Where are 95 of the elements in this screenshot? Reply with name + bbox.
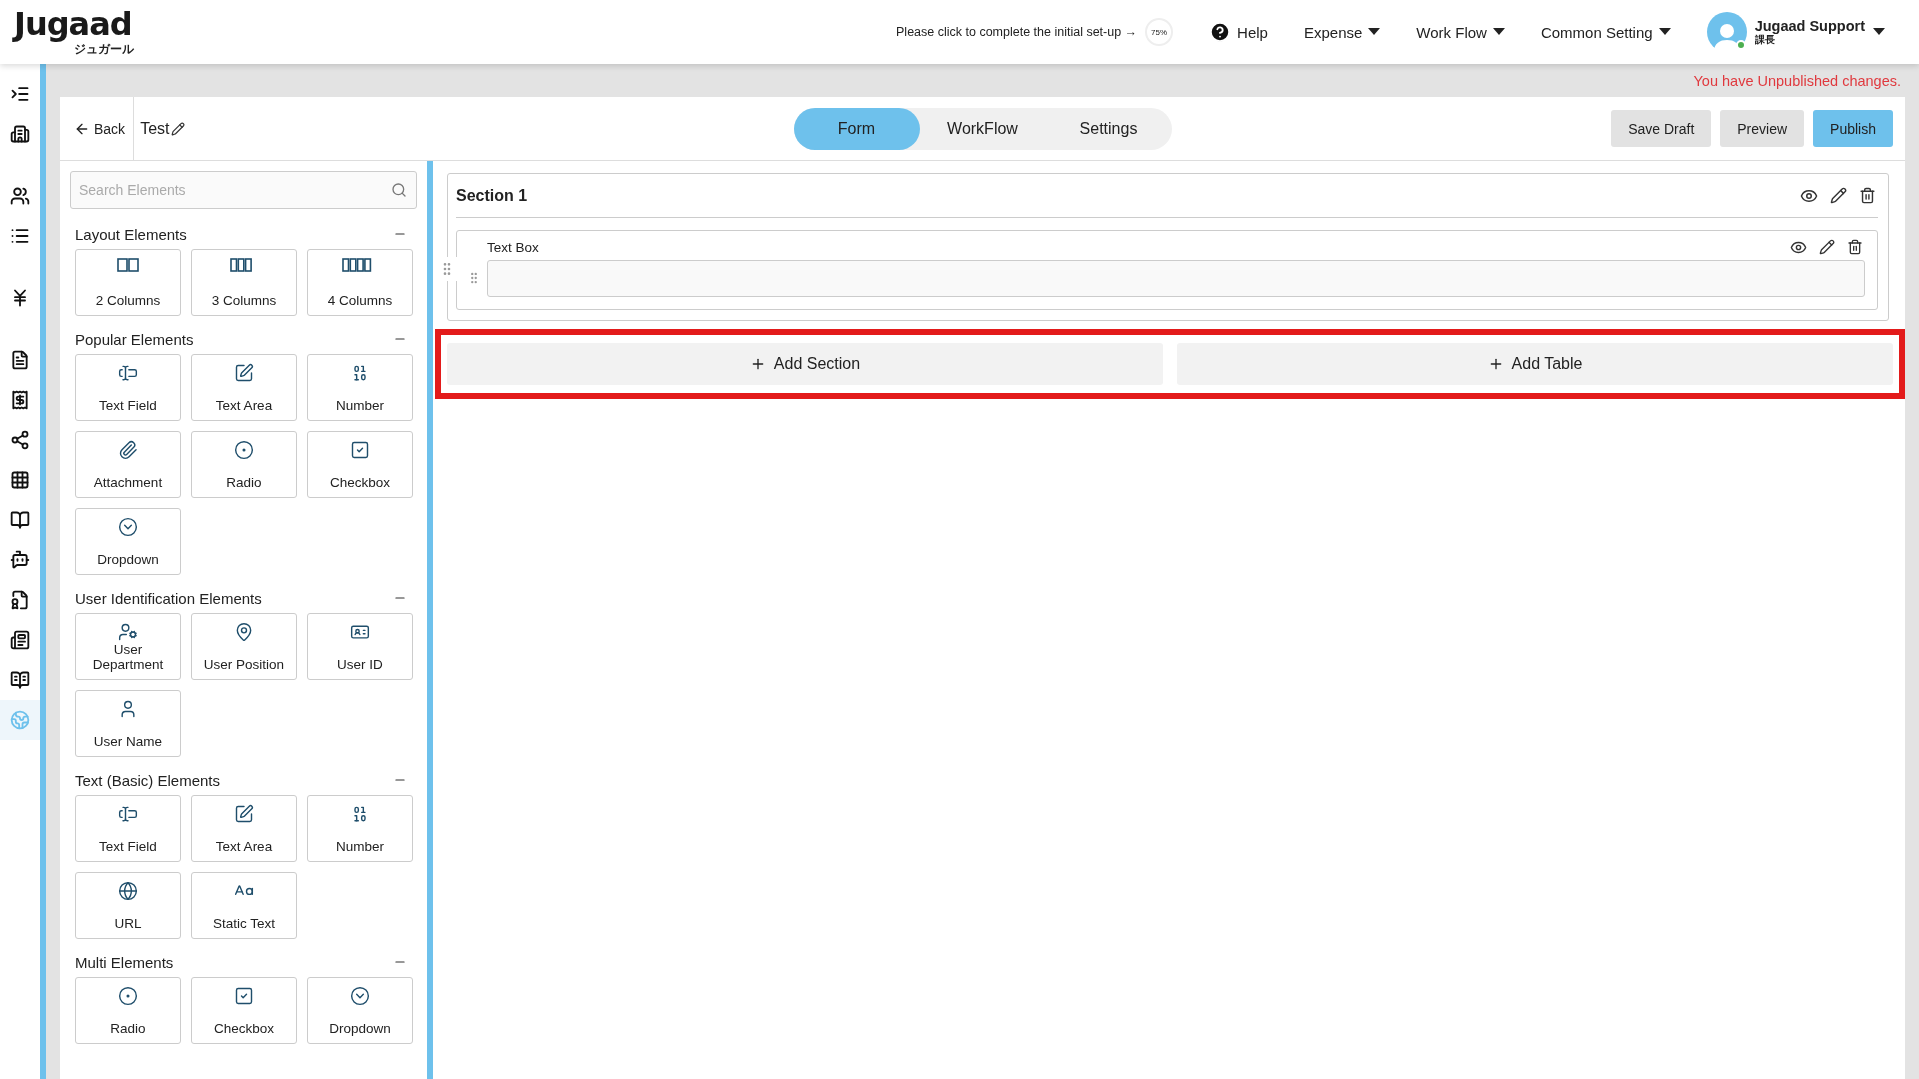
element-tile[interactable]: User ID [307,613,413,680]
tab[interactable]: Settings [1045,107,1172,150]
document-icon [10,350,30,370]
caret-icon [1658,28,1671,36]
logo[interactable]: Jugaad ジュガール [14,7,134,57]
element-tile[interactable]: Dropdown [307,977,413,1044]
element-tile[interactable]: Dropdown [75,508,181,575]
element-tile[interactable]: Text Area [191,354,297,421]
pencil-icon [1830,186,1847,204]
element-tile[interactable]: Radio [191,431,297,498]
progress-ring: 75% [1145,18,1174,46]
caret-icon [1873,28,1885,36]
user-role: 課長 [1754,34,1775,46]
input-field[interactable] [487,260,1865,297]
columns-icon [117,258,139,272]
pencil-icon [171,121,186,136]
element-tile[interactable]: Number [307,795,413,862]
pencil-icon [1819,239,1835,255]
chat-bot-icon [10,550,30,570]
element-tile[interactable]: Text Area [191,795,297,862]
checkbox-icon [350,440,370,460]
action-button[interactable]: Preview [1720,110,1805,147]
element-tile[interactable]: 2 Columns [75,249,181,316]
users-icon [10,186,30,206]
element-tile[interactable]: 3 Columns [191,249,297,316]
receipt-icon [10,390,30,410]
search-icon [391,182,407,198]
square-pen-icon [234,363,254,383]
text-cursor-icon [118,804,138,824]
element-tile[interactable]: Attachment [75,431,181,498]
action-button[interactable]: Save Draft [1611,110,1712,147]
tab[interactable]: WorkFlow [919,107,1046,150]
square-pen-icon [234,804,254,824]
eye-icon [1790,239,1807,256]
field-label: Text Box [487,240,539,255]
trash-icon [1847,239,1863,255]
element-tile[interactable]: User Position [191,613,297,680]
expand-icon [10,84,30,104]
book-icon [10,510,30,530]
element-tile[interactable]: 4 Columns [307,249,413,316]
globe-icon [118,881,138,901]
element-tile[interactable]: Number [307,354,413,421]
element-tile[interactable]: Radio [75,977,181,1044]
group-title: Text (Basic) Elements [75,771,221,789]
dropdown-icon [350,986,370,1006]
element-tile[interactable]: Text Field [75,795,181,862]
unpublished-notice: You have Unpublished changes. [1693,72,1901,89]
share-icon [10,430,30,450]
globe-icon [10,710,30,730]
id-card-icon [350,622,370,642]
group-title: User Identification Elements [75,589,262,607]
caret-icon [1368,28,1381,36]
group-title: Multi Elements [75,953,174,971]
element-tile[interactable]: User Department [75,613,181,680]
element-tile[interactable]: Checkbox [307,431,413,498]
help-link[interactable]: Help [1209,17,1268,47]
paperclip-icon [118,440,138,460]
nav-menu[interactable]: Expense [1303,19,1381,45]
group-title: Layout Elements [75,225,187,243]
group-title: Popular Elements [75,330,194,348]
checkbox-icon [234,986,254,1006]
section-title: Section 1 [456,186,528,205]
element-tile[interactable]: URL [75,872,181,939]
nav-menu[interactable]: Common Setting [1540,19,1671,45]
dropdown-icon [118,517,138,537]
building-icon [10,124,30,144]
element-tile[interactable]: Static Text [191,872,297,939]
nav-menu[interactable]: Work Flow [1416,19,1505,45]
file-icon [10,590,30,610]
user-silhouette-icon [1713,22,1740,52]
newspaper-icon [10,630,30,650]
add-button[interactable]: Add Section [447,343,1163,385]
back-button[interactable]: Back [60,97,135,160]
text-cursor-icon [118,363,138,383]
caret-icon [1492,28,1505,36]
list-icon [10,226,30,246]
search-field[interactable]: Search Elements [70,171,417,209]
add-button[interactable]: Add Table [1177,343,1893,385]
element-tile[interactable]: User Name [75,690,181,757]
user-icon [118,699,138,719]
user-gear-icon [118,622,138,642]
help-icon [1209,21,1232,43]
radio-icon [118,986,138,1006]
pin-icon [234,622,254,642]
publish-button[interactable]: Publish [1813,110,1893,147]
trash-icon [1859,186,1876,204]
open-book-icon [10,670,30,690]
element-tile[interactable]: Checkbox [191,977,297,1044]
element-tile[interactable]: Text Field [75,354,181,421]
user-name[interactable]: Jugaad Support [1754,18,1865,35]
radio-icon [234,440,254,460]
grid-icon [10,470,30,490]
setup-prompt[interactable]: Please click to complete the initial set-up → [896,25,1138,39]
form-title: Test [140,119,170,138]
tab[interactable]: Form [793,107,920,150]
